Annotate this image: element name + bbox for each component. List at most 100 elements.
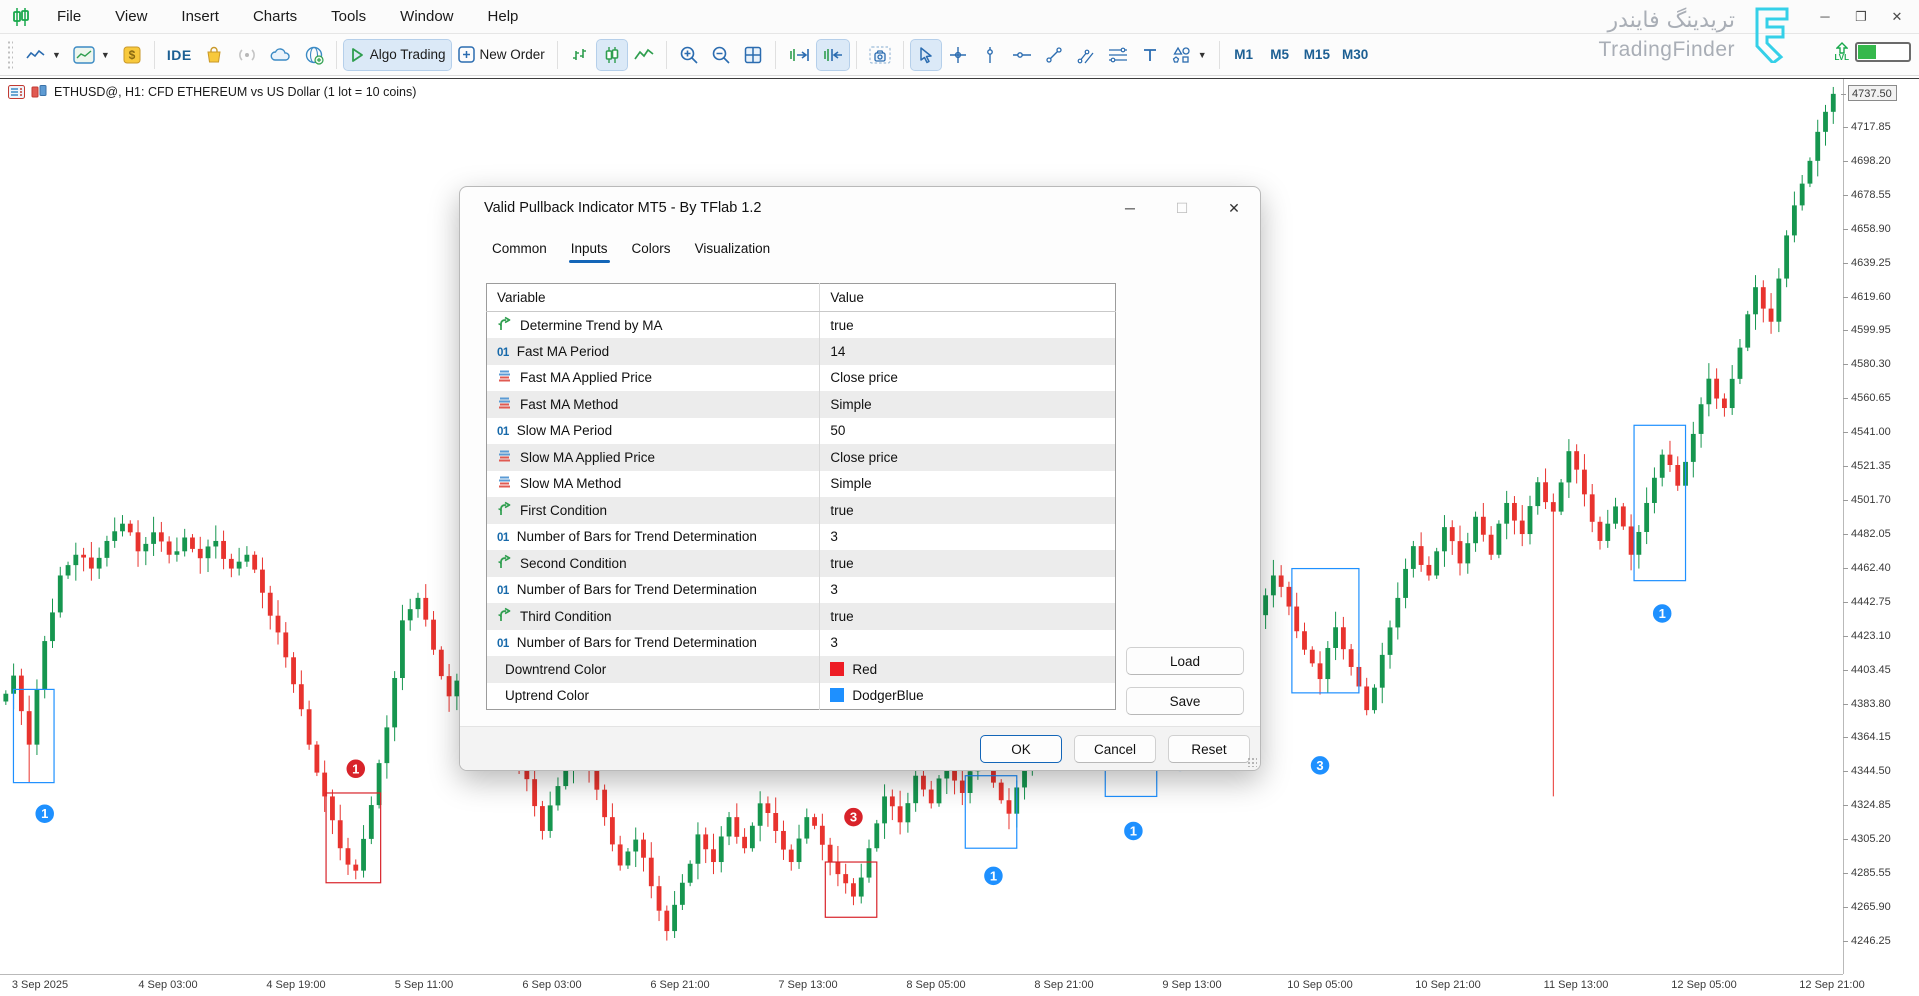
depth-of-market-icon[interactable] bbox=[8, 85, 25, 99]
screenshot-button[interactable] bbox=[864, 40, 896, 70]
one-click-trading-icon[interactable] bbox=[31, 85, 48, 99]
table-row[interactable]: Slow MA MethodSimple bbox=[487, 471, 1116, 498]
variable-value[interactable]: true bbox=[820, 312, 1116, 339]
tab-common[interactable]: Common bbox=[482, 235, 557, 265]
table-row[interactable]: 01Slow MA Period50 bbox=[487, 418, 1116, 445]
boolean-icon bbox=[497, 607, 512, 622]
variable-value[interactable]: Simple bbox=[820, 471, 1116, 498]
time-axis[interactable]: 3 Sep 20254 Sep 03:004 Sep 19:005 Sep 11… bbox=[0, 974, 1843, 996]
tab-visualization[interactable]: Visualization bbox=[685, 235, 781, 265]
table-row[interactable]: Slow MA Applied PriceClose price bbox=[487, 444, 1116, 471]
variable-name: First Condition bbox=[520, 503, 607, 518]
variable-name: Determine Trend by MA bbox=[520, 318, 663, 333]
line-chart-mode-button[interactable] bbox=[629, 40, 659, 70]
restore-window-button[interactable]: ❐ bbox=[1847, 5, 1875, 29]
menu-insert[interactable]: Insert bbox=[164, 0, 236, 34]
menu-charts[interactable]: Charts bbox=[236, 0, 314, 34]
table-row[interactable]: Third Condition true bbox=[487, 603, 1116, 630]
zoom-out-button[interactable] bbox=[706, 40, 736, 70]
menu-file[interactable]: File bbox=[40, 0, 98, 34]
variable-value[interactable]: Simple bbox=[820, 391, 1116, 418]
variable-value[interactable]: 14 bbox=[820, 338, 1116, 365]
shapes-icon bbox=[1172, 46, 1192, 64]
shapes-tool-button[interactable]: ▼ bbox=[1167, 40, 1212, 70]
close-window-button[interactable]: ✕ bbox=[1883, 5, 1911, 29]
market-store-button[interactable] bbox=[199, 40, 229, 70]
variable-value[interactable]: Red bbox=[820, 656, 1116, 683]
variable-value[interactable]: 3 bbox=[820, 577, 1116, 604]
new-order-button[interactable]: New Order bbox=[453, 40, 550, 70]
table-row[interactable]: 01Number of Bars for Trend Determination… bbox=[487, 577, 1116, 604]
resize-grip[interactable] bbox=[1247, 757, 1257, 767]
variable-value[interactable]: true bbox=[820, 550, 1116, 577]
timeframe-m30-button[interactable]: M30 bbox=[1337, 40, 1373, 70]
table-row[interactable]: 01Number of Bars for Trend Determination… bbox=[487, 630, 1116, 657]
timeframe-m5-button[interactable]: M5 bbox=[1263, 40, 1297, 70]
table-row[interactable]: 01Number of Bars for Trend Determination… bbox=[487, 524, 1116, 551]
table-row[interactable]: 01Fast MA Period14 bbox=[487, 338, 1116, 365]
zoom-in-icon bbox=[679, 45, 699, 65]
menu-help[interactable]: Help bbox=[471, 0, 536, 34]
vertical-line-tool-button[interactable] bbox=[975, 40, 1005, 70]
cancel-button[interactable]: Cancel bbox=[1074, 735, 1156, 763]
trendline-tool-button[interactable] bbox=[1039, 40, 1069, 70]
chart-profile-dropdown-button[interactable]: ▼ bbox=[68, 40, 115, 70]
menu-view[interactable]: View bbox=[98, 0, 164, 34]
candlestick-mode-button[interactable] bbox=[597, 40, 627, 70]
tab-colors[interactable]: Colors bbox=[622, 235, 681, 265]
market-watch-button[interactable]: $ bbox=[117, 40, 147, 70]
table-row[interactable]: Uptrend ColorDodgerBlue bbox=[487, 683, 1116, 710]
tile-windows-button[interactable] bbox=[738, 40, 768, 70]
bar-chart-mode-button[interactable] bbox=[565, 40, 595, 70]
table-row[interactable]: Downtrend Color Red bbox=[487, 656, 1116, 683]
variable-value[interactable]: 3 bbox=[820, 524, 1116, 551]
table-row[interactable]: Fast MA Applied PriceClose price bbox=[487, 365, 1116, 392]
table-row[interactable]: First Condition true bbox=[487, 497, 1116, 524]
variable-value[interactable]: DodgerBlue bbox=[820, 683, 1116, 710]
toolbar-drag-handle[interactable] bbox=[7, 40, 13, 70]
auto-scroll-button[interactable] bbox=[817, 40, 849, 70]
variable-value[interactable]: 50 bbox=[820, 418, 1116, 445]
timeframe-m15-button[interactable]: M15 bbox=[1299, 40, 1335, 70]
timeframe-m1-button[interactable]: M1 bbox=[1227, 40, 1261, 70]
chart-shift-button[interactable] bbox=[783, 40, 815, 70]
variable-value[interactable]: true bbox=[820, 603, 1116, 630]
zoom-in-button[interactable] bbox=[674, 40, 704, 70]
variable-value[interactable]: 3 bbox=[820, 630, 1116, 657]
fibonacci-tool-button[interactable] bbox=[1103, 40, 1133, 70]
cursor-tool-button[interactable] bbox=[911, 40, 941, 70]
tab-inputs[interactable]: Inputs bbox=[561, 235, 618, 265]
channel-tool-button[interactable] bbox=[1071, 40, 1101, 70]
dialog-titlebar[interactable]: Valid Pullback Indicator MT5 - By TFlab … bbox=[460, 187, 1260, 229]
variable-value[interactable]: true bbox=[820, 497, 1116, 524]
cloud-button[interactable] bbox=[265, 40, 297, 70]
price-axis[interactable]: 4737.504717.854698.204678.554658.904639.… bbox=[1843, 79, 1919, 974]
reset-button[interactable]: Reset bbox=[1168, 735, 1250, 763]
column-header-value[interactable]: Value bbox=[820, 284, 1116, 312]
load-button[interactable]: Load bbox=[1126, 647, 1244, 675]
text-tool-button[interactable] bbox=[1135, 40, 1165, 70]
dialog-close-button[interactable]: ✕ bbox=[1208, 187, 1260, 229]
variable-name: Third Condition bbox=[520, 609, 612, 624]
table-row[interactable]: Determine Trend by MA true bbox=[487, 312, 1116, 339]
community-button[interactable] bbox=[299, 40, 329, 70]
algo-trading-button[interactable]: Algo Trading bbox=[344, 40, 451, 70]
dialog-minimize-button[interactable]: ─ bbox=[1104, 187, 1156, 229]
ok-button[interactable]: OK bbox=[980, 735, 1062, 763]
variable-value[interactable]: Close price bbox=[820, 444, 1116, 471]
column-header-variable[interactable]: Variable bbox=[487, 284, 820, 312]
variable-value[interactable]: Close price bbox=[820, 365, 1116, 392]
chart-type-dropdown-button[interactable]: ▼ bbox=[21, 40, 66, 70]
signals-button[interactable] bbox=[231, 40, 263, 70]
menu-tools[interactable]: Tools bbox=[314, 0, 383, 34]
play-icon bbox=[349, 47, 365, 63]
table-row[interactable]: Second Conditiontrue bbox=[487, 550, 1116, 577]
ide-button[interactable]: IDE bbox=[162, 40, 197, 70]
crosshair-tool-button[interactable] bbox=[943, 40, 973, 70]
save-button[interactable]: Save bbox=[1126, 687, 1244, 715]
table-row[interactable]: Fast MA MethodSimple bbox=[487, 391, 1116, 418]
horizontal-line-tool-button[interactable] bbox=[1007, 40, 1037, 70]
minimize-window-button[interactable]: ─ bbox=[1811, 5, 1839, 29]
menu-window[interactable]: Window bbox=[383, 0, 470, 34]
variable-name: Downtrend Color bbox=[505, 662, 606, 677]
